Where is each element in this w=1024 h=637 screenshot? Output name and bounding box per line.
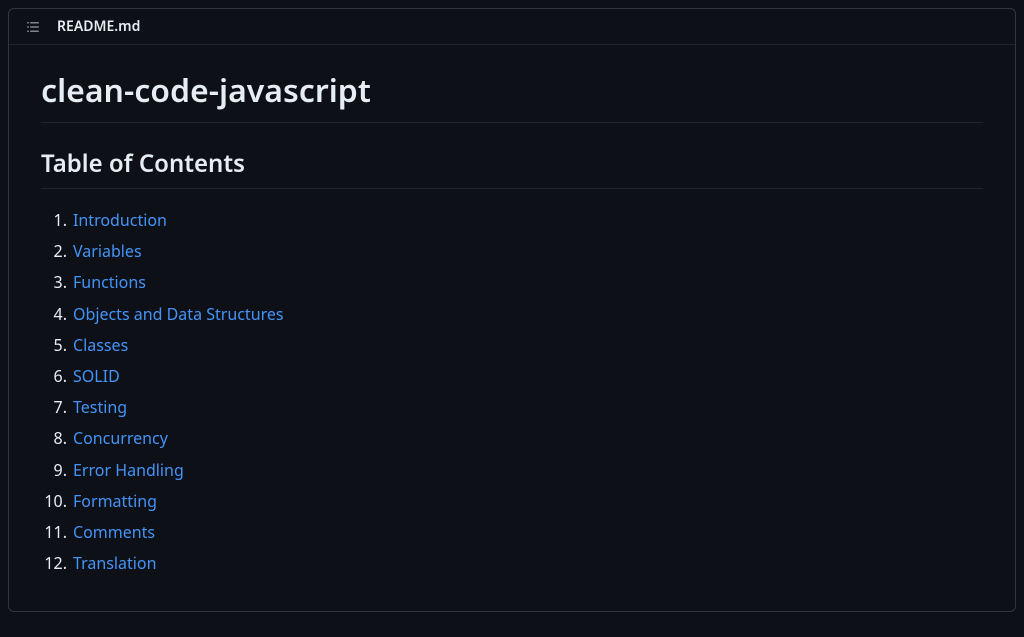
toc-item: SOLID (73, 361, 983, 392)
toc-link-classes[interactable]: Classes (73, 334, 128, 356)
toc-icon[interactable] (25, 19, 41, 35)
toc-link-concurrency[interactable]: Concurrency (73, 427, 168, 449)
toc-link-variables[interactable]: Variables (73, 240, 142, 262)
toc-list: Introduction Variables Functions Objects… (41, 205, 983, 579)
toc-item: Variables (73, 236, 983, 267)
readme-header: README.md (9, 9, 1015, 45)
toc-item: Translation (73, 548, 983, 579)
toc-heading: Table of Contents (41, 147, 983, 189)
toc-item: Concurrency (73, 423, 983, 454)
toc-link-objects[interactable]: Objects and Data Structures (73, 303, 284, 325)
toc-link-introduction[interactable]: Introduction (73, 209, 167, 231)
toc-link-functions[interactable]: Functions (73, 271, 146, 293)
filename[interactable]: README.md (57, 17, 140, 36)
toc-item: Comments (73, 517, 983, 548)
main-heading: clean-code-javascript (41, 69, 983, 123)
readme-body: clean-code-javascript Table of Contents … (9, 45, 1015, 611)
toc-link-solid[interactable]: SOLID (73, 365, 120, 387)
toc-item: Testing (73, 392, 983, 423)
toc-item: Objects and Data Structures (73, 299, 983, 330)
toc-item: Error Handling (73, 455, 983, 486)
toc-link-formatting[interactable]: Formatting (73, 490, 157, 512)
toc-link-comments[interactable]: Comments (73, 521, 155, 543)
toc-item: Introduction (73, 205, 983, 236)
toc-item: Formatting (73, 486, 983, 517)
toc-link-translation[interactable]: Translation (73, 552, 157, 574)
toc-link-error-handling[interactable]: Error Handling (73, 459, 184, 481)
toc-item: Functions (73, 267, 983, 298)
toc-item: Classes (73, 330, 983, 361)
readme-container: README.md clean-code-javascript Table of… (8, 8, 1016, 612)
toc-link-testing[interactable]: Testing (73, 396, 127, 418)
